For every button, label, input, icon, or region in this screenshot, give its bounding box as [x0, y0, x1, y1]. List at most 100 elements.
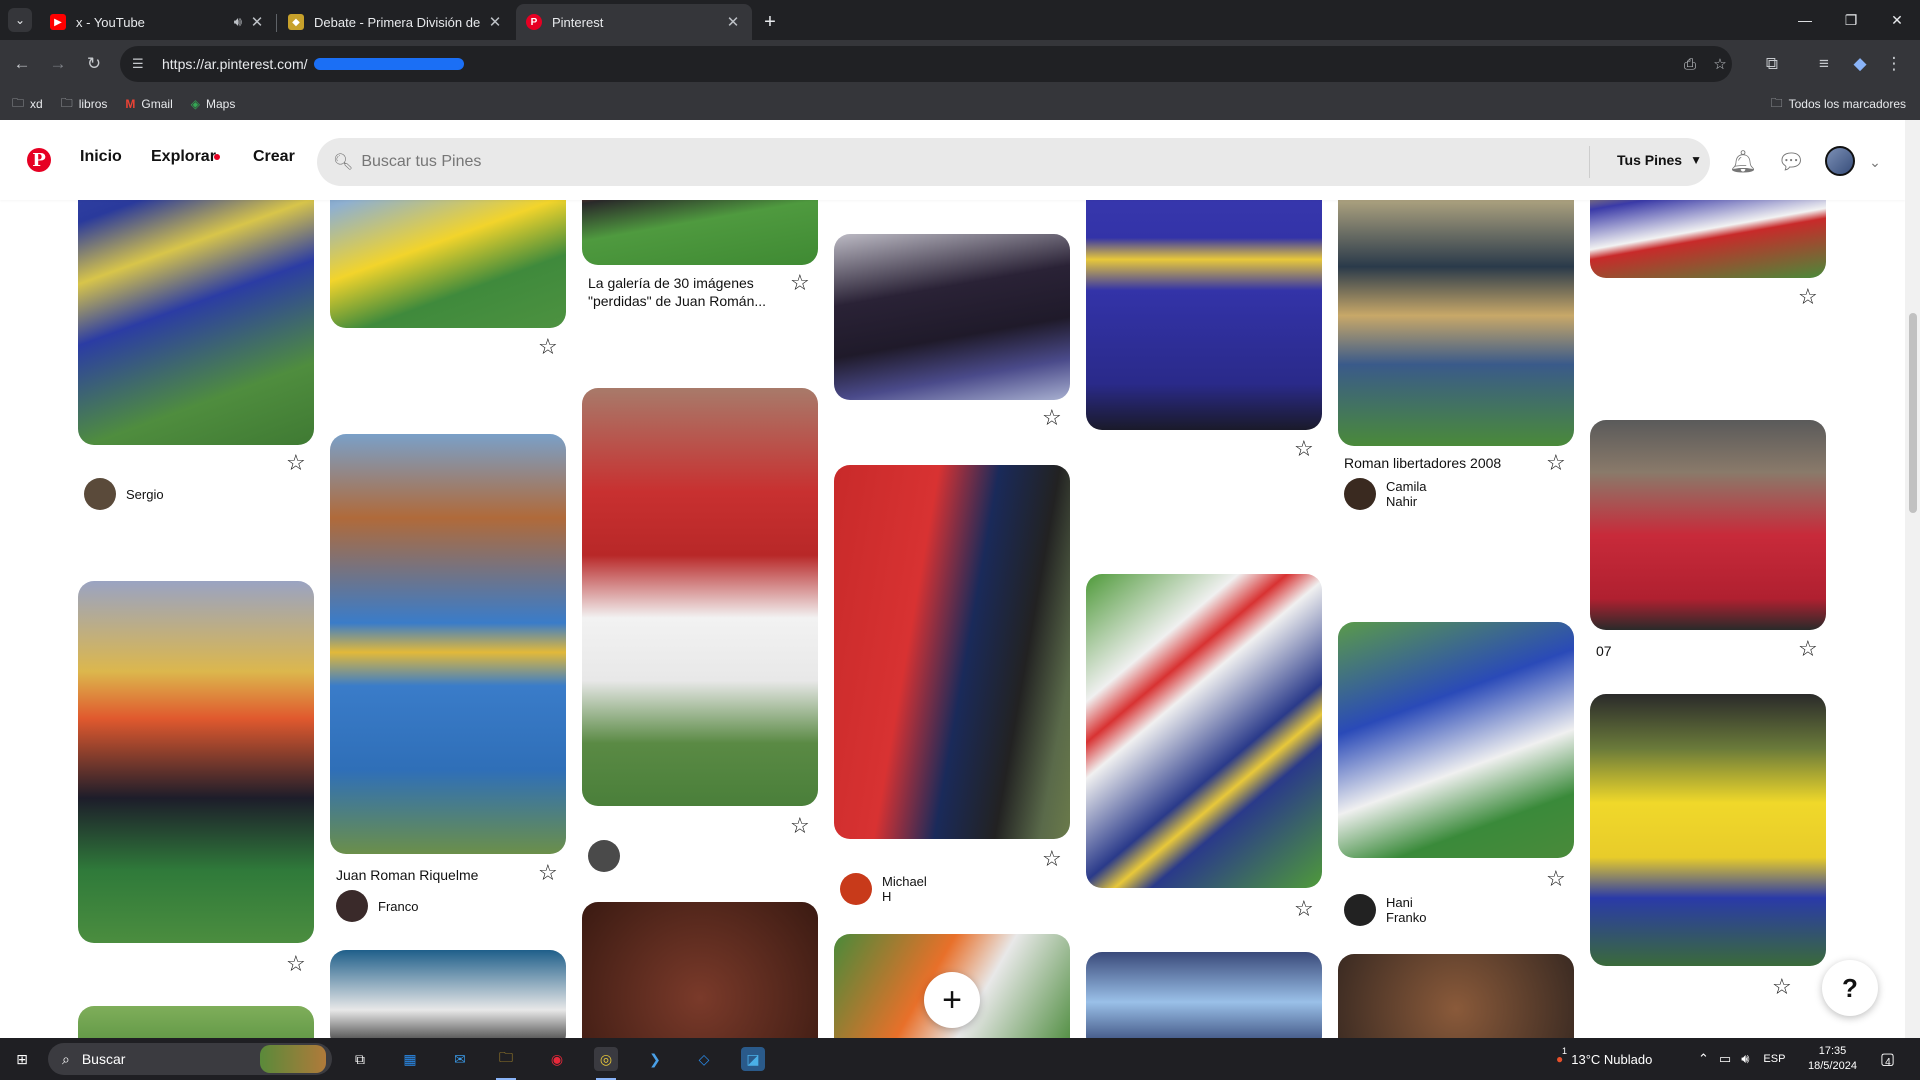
restore-button[interactable]: ❐ [1828, 0, 1874, 40]
volume-icon[interactable]: 🔊︎ [1741, 1051, 1749, 1067]
tab-debate[interactable]: ◆ Debate - Primera División de Ar ✕ [278, 4, 514, 40]
site-info-icon[interactable]: ☰ [132, 56, 152, 72]
save-star-icon[interactable]: ☆ [790, 272, 810, 294]
save-star-icon[interactable]: ☆ [286, 953, 306, 975]
tab-youtube[interactable]: ▶ x - YouTube 🔊︎ ✕ [40, 4, 276, 40]
mail-icon[interactable]: ✉ [448, 1047, 472, 1071]
save-star-icon[interactable]: ☆ [538, 336, 558, 358]
weather-widget[interactable]: ● 1 13°C Nublado [1556, 1038, 1652, 1080]
save-star-icon[interactable]: ☆ [1042, 407, 1062, 429]
avatar[interactable] [1825, 146, 1855, 176]
pinterest-logo-icon[interactable]: P [27, 148, 51, 172]
paint-icon[interactable]: ◪ [741, 1047, 765, 1071]
nav-home[interactable]: Inicio [80, 148, 122, 166]
scrollbar-thumb[interactable] [1909, 313, 1917, 513]
notifications-button[interactable]: ▢ 4 [1880, 1038, 1895, 1080]
language-indicator[interactable]: ESP [1763, 1053, 1785, 1065]
account-chevron-icon[interactable]: ⌄ [1861, 148, 1889, 176]
save-star-icon[interactable]: ☆ [790, 815, 810, 837]
app-icon[interactable]: ◉ [545, 1047, 569, 1071]
vscode-icon[interactable]: ◇ [692, 1047, 716, 1071]
pin-image[interactable] [834, 465, 1070, 839]
address-bar[interactable]: ☰ https://ar.pinterest.com/ ⎙ ☆ [120, 46, 1732, 82]
save-star-icon[interactable]: ☆ [1546, 452, 1566, 474]
save-star-icon[interactable]: ☆ [1546, 868, 1566, 890]
chevron-up-icon[interactable]: ⌃ [1698, 1051, 1709, 1067]
menu-dots-icon[interactable]: ⋮ [1880, 50, 1908, 78]
pin-image[interactable] [78, 581, 314, 943]
pin-image[interactable] [78, 1006, 314, 1038]
new-tab-button[interactable]: + [758, 10, 782, 34]
bookmark-gmail[interactable]: M Gmail [125, 97, 172, 111]
all-bookmarks[interactable]: 🗀︎ Todos los marcadores [1771, 88, 1906, 120]
reload-button[interactable]: ↻ [80, 50, 108, 78]
back-button[interactable]: ← [8, 50, 36, 78]
help-button[interactable]: ? [1822, 960, 1878, 1016]
pin-image[interactable] [1590, 420, 1826, 630]
nav-create[interactable]: Crear [253, 148, 295, 166]
bookmark-xd[interactable]: 🗀︎ xd [12, 94, 43, 115]
pin-image[interactable] [330, 434, 566, 854]
save-star-icon[interactable]: ☆ [1772, 976, 1792, 998]
network-icon[interactable]: ▭ [1719, 1051, 1731, 1067]
tab-search-button[interactable]: ⌄ [8, 8, 32, 32]
save-star-icon[interactable]: ☆ [1798, 638, 1818, 660]
task-view-icon[interactable]: ⧉ [348, 1047, 372, 1071]
start-windows-icon[interactable]: ⊞ [10, 1047, 34, 1071]
speaker-icon[interactable]: 🔊︎ [234, 14, 242, 30]
url-text[interactable]: https://ar.pinterest.com/ [162, 56, 308, 72]
media-control-icon[interactable]: ≡ [1810, 50, 1838, 78]
taskbar-search[interactable]: ⌕ Buscar [48, 1043, 332, 1075]
chrome-icon[interactable]: ◎ [594, 1047, 618, 1071]
notifications-bell-icon[interactable]: 🔔︎ [1729, 148, 1757, 176]
pin-user[interactable]: Franco [336, 890, 418, 922]
profile-icon[interactable]: ◆ [1846, 50, 1874, 78]
pin-title[interactable]: La galería de 30 imágenes "perdidas" de … [588, 274, 778, 310]
page-scrollbar[interactable] [1905, 120, 1920, 1038]
pin-user[interactable] [588, 840, 630, 872]
pin-image[interactable] [330, 950, 566, 1038]
pin-image[interactable] [582, 902, 818, 1038]
close-window-button[interactable]: ✕ [1874, 0, 1920, 40]
pin-title[interactable]: Juan Roman Riquelme [336, 866, 536, 884]
clock[interactable]: 17:35 18/5/2024 [1808, 1038, 1857, 1080]
extensions-icon[interactable]: ⧉ [1758, 50, 1786, 78]
pin-title[interactable]: 07 [1596, 642, 1786, 660]
messages-icon[interactable]: 💬︎ [1777, 148, 1805, 176]
save-star-icon[interactable]: ☆ [1294, 438, 1314, 460]
pin-image[interactable] [834, 234, 1070, 400]
pin-user[interactable]: Michael H [840, 873, 927, 905]
search-bar[interactable]: 🔍︎ Tus Pines ▼ [317, 138, 1710, 186]
pin-image[interactable] [582, 388, 818, 806]
system-tray[interactable]: ⌃ ▭ 🔊︎ ESP [1698, 1038, 1799, 1080]
close-tab-icon[interactable]: ✕ [486, 13, 504, 31]
bookmark-star-icon[interactable]: ☆ [1710, 54, 1730, 74]
save-star-icon[interactable]: ☆ [286, 452, 306, 474]
pin-image[interactable] [1338, 954, 1574, 1038]
powershell-icon[interactable]: ❯ [643, 1047, 667, 1071]
install-app-icon[interactable]: ⎙ [1680, 54, 1700, 74]
pin-title[interactable]: Roman libertadores 2008 [1344, 454, 1534, 472]
store-icon[interactable]: ▦ [398, 1047, 422, 1071]
pin-user[interactable]: Hani Franko [1344, 894, 1426, 926]
bookmark-maps[interactable]: ◈ Maps [191, 97, 236, 111]
pin-image[interactable] [1590, 694, 1826, 966]
bookmark-libros[interactable]: 🗀︎ libros [61, 94, 108, 115]
forward-button[interactable]: → [44, 50, 72, 78]
save-star-icon[interactable]: ☆ [1042, 848, 1062, 870]
pin-user[interactable]: Camila Nahir [1344, 478, 1426, 510]
tab-pinterest[interactable]: P Pinterest ✕ [516, 4, 752, 40]
your-pins-filter[interactable]: Tus Pines ▼ [1617, 152, 1702, 168]
close-tab-icon[interactable]: ✕ [724, 13, 742, 31]
minimize-button[interactable]: — [1782, 0, 1828, 40]
save-star-icon[interactable]: ☆ [1798, 286, 1818, 308]
close-tab-icon[interactable]: ✕ [248, 13, 266, 31]
pin-image[interactable] [1086, 574, 1322, 888]
pin-image[interactable] [1086, 952, 1322, 1038]
search-input[interactable] [361, 153, 1362, 171]
save-star-icon[interactable]: ☆ [1294, 898, 1314, 920]
create-pin-button[interactable]: + [924, 972, 980, 1028]
file-explorer-icon[interactable]: 🗀︎ [494, 1047, 518, 1071]
nav-explore[interactable]: Explorar [151, 148, 216, 166]
pin-image[interactable] [1338, 622, 1574, 858]
